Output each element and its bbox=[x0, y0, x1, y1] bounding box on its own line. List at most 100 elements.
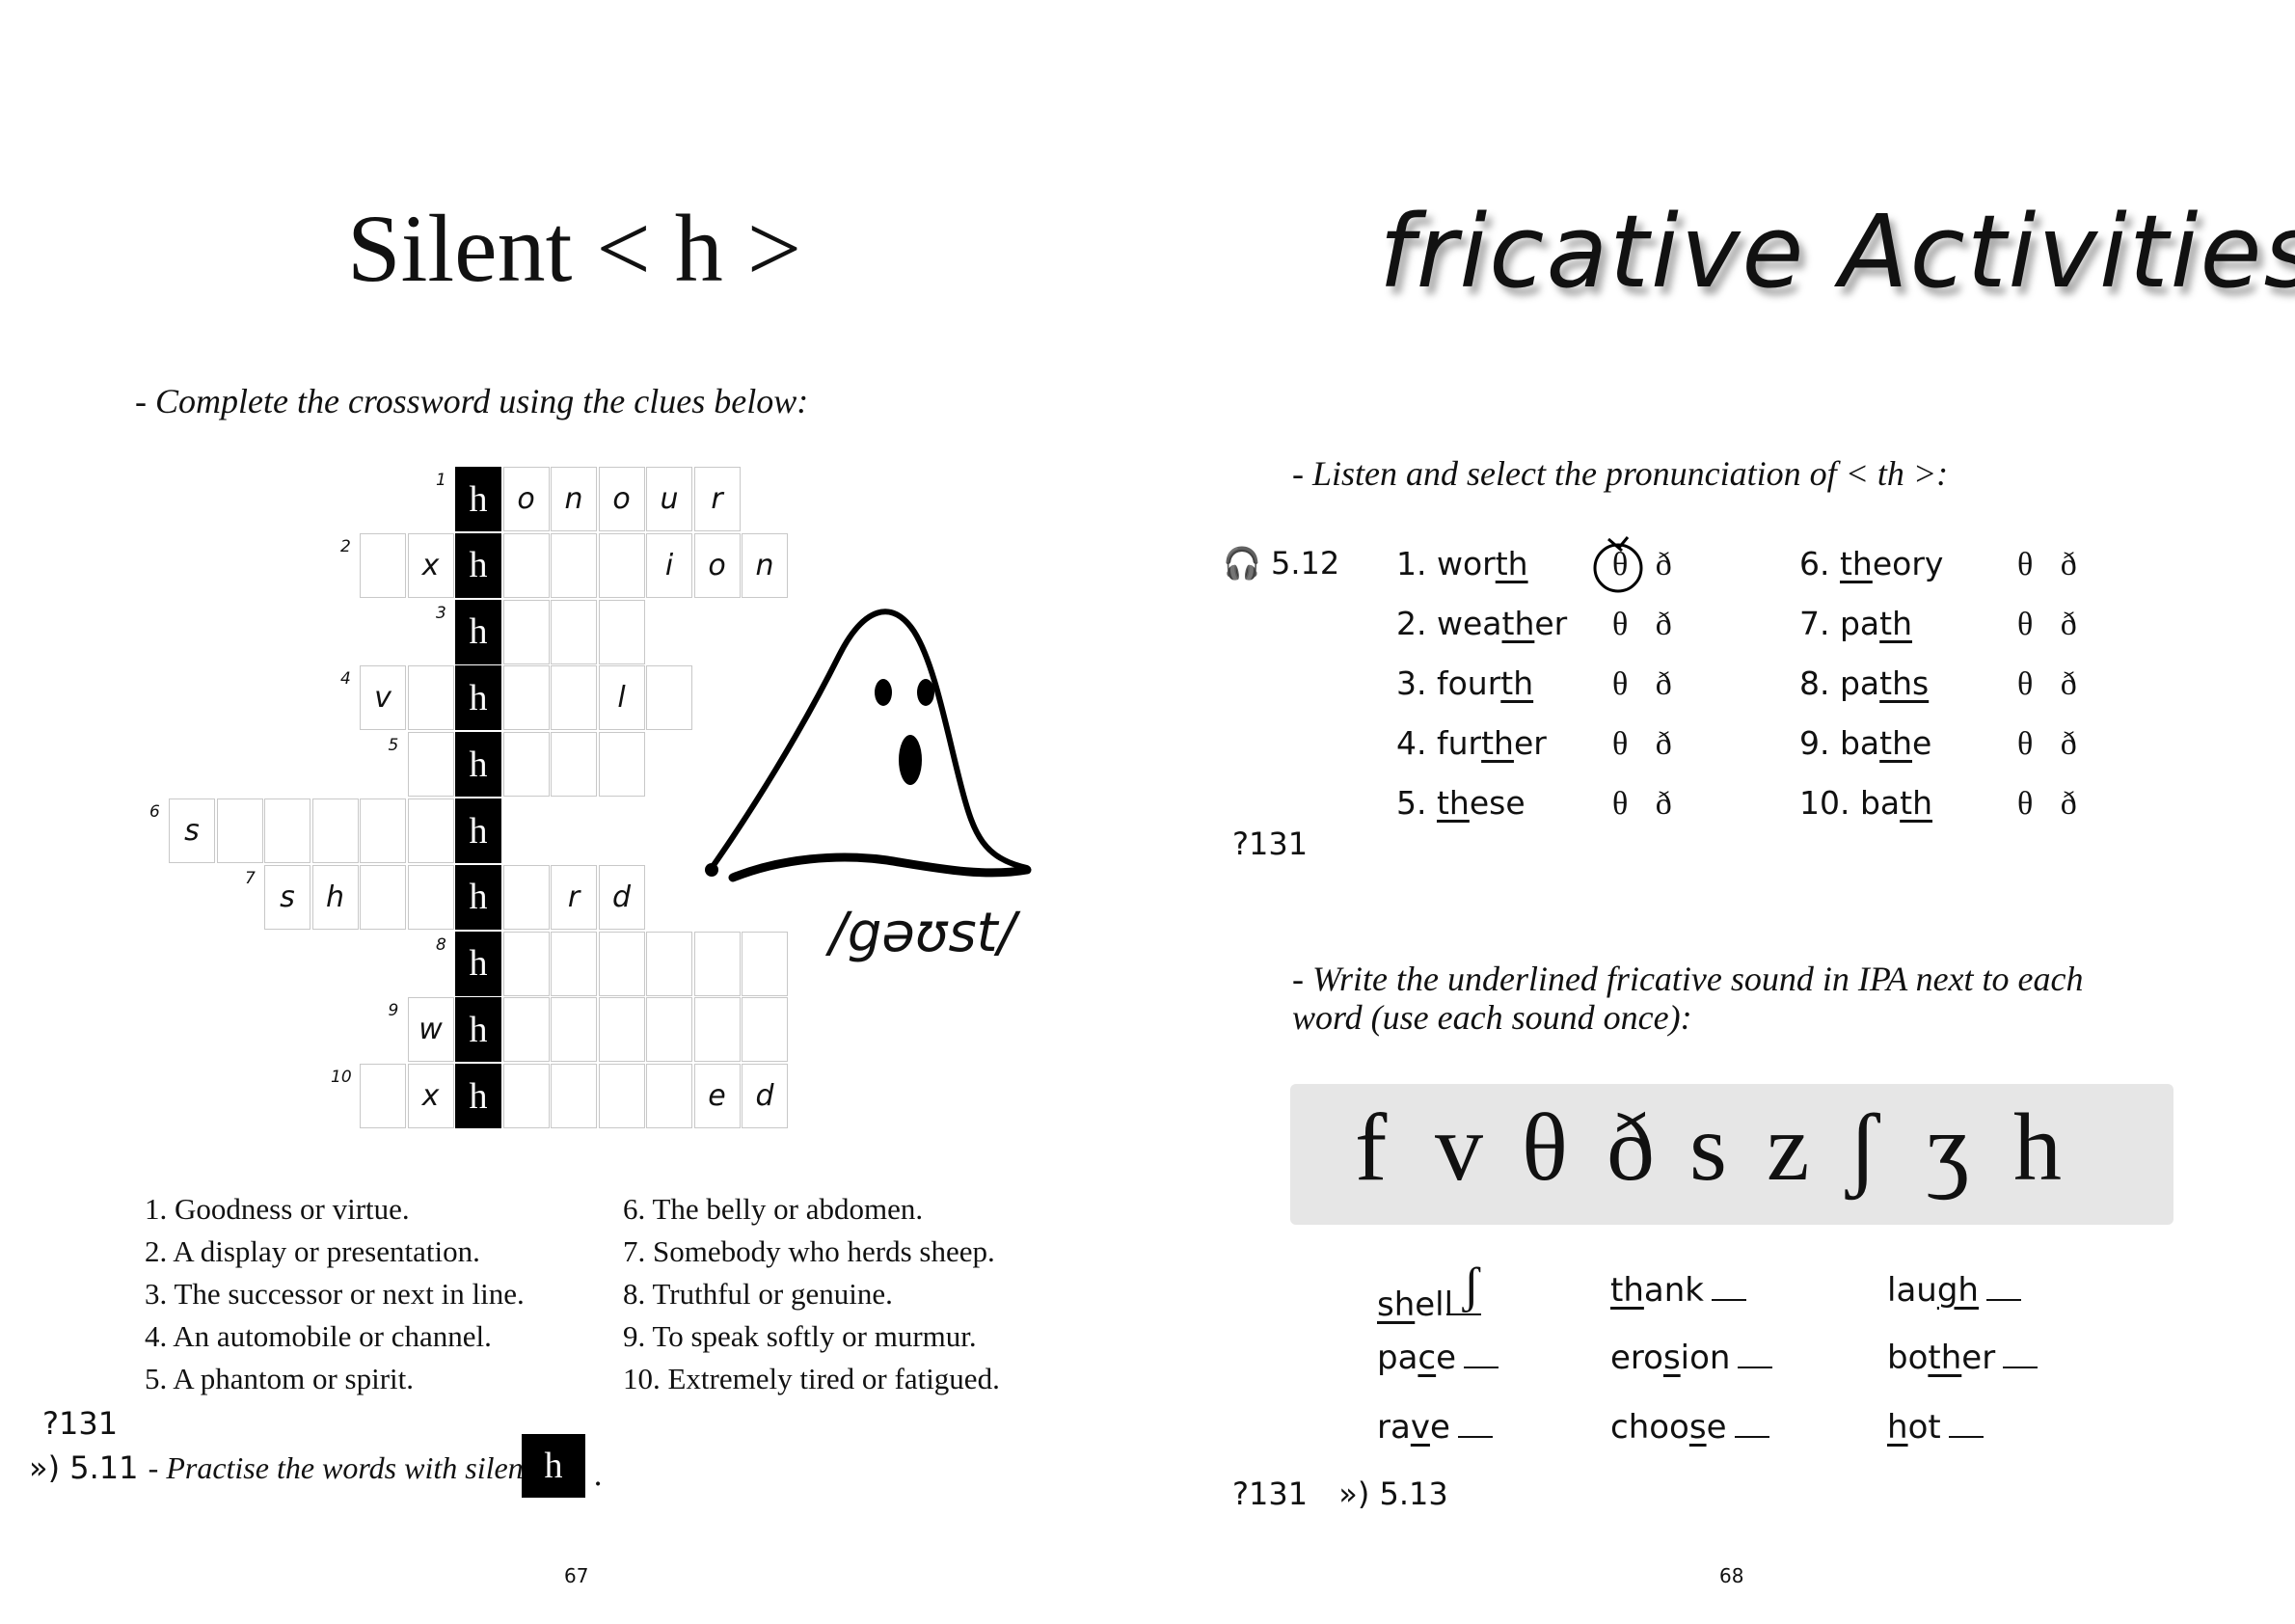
crossword-cell[interactable] bbox=[551, 1064, 597, 1129]
crossword-cell-silent-h[interactable]: h bbox=[455, 665, 501, 731]
fricative-word: pace bbox=[1377, 1339, 1499, 1377]
crossword-cell[interactable] bbox=[551, 599, 597, 664]
crossword-cell[interactable] bbox=[646, 997, 692, 1063]
crossword-cell[interactable] bbox=[551, 532, 597, 598]
answer-blank[interactable] bbox=[1738, 1363, 1773, 1368]
answer-blank[interactable] bbox=[1711, 1295, 1746, 1301]
th-word-item: 7. path bbox=[1799, 605, 1913, 642]
crossword-cell[interactable]: e bbox=[693, 1064, 741, 1129]
crossword-cell[interactable]: w bbox=[407, 997, 454, 1063]
crossword-cell[interactable] bbox=[360, 864, 406, 930]
crossword-cell[interactable] bbox=[693, 997, 741, 1063]
fricative-word: thank bbox=[1610, 1271, 1746, 1310]
listen-instruction: - Listen and select the pronunciation of… bbox=[1292, 454, 1949, 493]
crossword-cell[interactable] bbox=[502, 1064, 550, 1129]
crossword-cell[interactable] bbox=[502, 931, 550, 996]
crossword-cell-silent-h[interactable]: h bbox=[455, 1064, 501, 1129]
crossword-cell[interactable]: x bbox=[407, 1064, 454, 1129]
crossword-cell[interactable]: v bbox=[360, 665, 406, 731]
crossword-cell-silent-h[interactable]: h bbox=[455, 532, 501, 598]
crossword-cell[interactable] bbox=[502, 599, 550, 664]
crossword-cell[interactable] bbox=[551, 931, 597, 996]
th-options[interactable]: θ ð bbox=[2017, 547, 2087, 583]
crossword-cell[interactable] bbox=[502, 732, 550, 798]
crossword-cell[interactable]: d bbox=[598, 864, 645, 930]
crossword-cell[interactable]: s bbox=[169, 798, 215, 863]
th-options[interactable]: θ ð bbox=[1612, 786, 1682, 823]
crossword-cell[interactable] bbox=[407, 665, 454, 731]
crossword-cell[interactable] bbox=[551, 732, 597, 798]
crossword-cell-silent-h[interactable]: h bbox=[455, 798, 501, 863]
crossword-cell[interactable] bbox=[742, 997, 788, 1063]
crossword-cell[interactable] bbox=[360, 532, 406, 598]
crossword-cell[interactable] bbox=[598, 931, 645, 996]
crossword-cell[interactable] bbox=[502, 864, 550, 930]
crossword-cell[interactable] bbox=[407, 732, 454, 798]
th-word-item: 9. bathe bbox=[1799, 724, 1932, 762]
clue-2: 2. A display or presentation. bbox=[145, 1234, 480, 1268]
crossword-cell[interactable]: r bbox=[693, 467, 741, 531]
crossword-cell[interactable] bbox=[360, 798, 406, 863]
crossword-cell[interactable]: o bbox=[598, 467, 645, 531]
th-options[interactable]: θ ð bbox=[2017, 607, 2087, 643]
crossword-cell-silent-h[interactable]: h bbox=[455, 997, 501, 1063]
crossword-cell-silent-h[interactable]: h bbox=[455, 732, 501, 798]
crossword-cell[interactable]: l bbox=[598, 665, 645, 731]
crossword-cell[interactable] bbox=[598, 532, 645, 598]
crossword-cell-silent-h[interactable]: h bbox=[455, 931, 501, 996]
write-instruction: - Write the underlined fricative sound i… bbox=[1292, 960, 2084, 1037]
answer-blank[interactable] bbox=[1948, 1432, 1984, 1438]
crossword-cell[interactable] bbox=[407, 864, 454, 930]
crossword-cell[interactable] bbox=[311, 798, 359, 863]
audio-icon[interactable]: ») bbox=[29, 1449, 60, 1486]
crossword-cell[interactable]: i bbox=[646, 532, 692, 598]
question-icon: ? bbox=[1232, 826, 1249, 862]
crossword-cell[interactable] bbox=[646, 931, 692, 996]
crossword-cell[interactable]: x bbox=[407, 532, 454, 598]
crossword-cell-silent-h[interactable]: h bbox=[455, 599, 501, 664]
crossword-cell[interactable] bbox=[646, 1064, 692, 1129]
answer-blank[interactable] bbox=[1734, 1432, 1769, 1438]
crossword-cell[interactable] bbox=[502, 665, 550, 731]
th-options[interactable]: θ ð bbox=[1612, 607, 1682, 643]
crossword-cell[interactable]: d bbox=[742, 1064, 788, 1129]
crossword-cell[interactable] bbox=[551, 997, 597, 1063]
crossword-cell[interactable] bbox=[360, 1064, 406, 1129]
crossword-cell-silent-h[interactable]: h bbox=[455, 864, 501, 930]
answer-blank[interactable] bbox=[1985, 1295, 2021, 1301]
crossword-cell[interactable] bbox=[598, 1064, 645, 1129]
answer-blank[interactable] bbox=[1457, 1432, 1493, 1438]
crossword-cell[interactable] bbox=[502, 997, 550, 1063]
audio-icon[interactable]: ») bbox=[1338, 1475, 1369, 1512]
crossword-cell[interactable] bbox=[264, 798, 310, 863]
silent-h-box: h bbox=[522, 1434, 585, 1498]
crossword-cell[interactable] bbox=[646, 665, 692, 731]
crossword-cell[interactable] bbox=[551, 665, 597, 731]
crossword-cell[interactable] bbox=[216, 798, 263, 863]
th-options[interactable]: θ ð bbox=[1612, 726, 1682, 763]
crossword-cell[interactable] bbox=[598, 599, 645, 664]
crossword-cell[interactable] bbox=[598, 997, 645, 1063]
crossword-cell[interactable]: n bbox=[551, 467, 597, 531]
crossword-cell[interactable] bbox=[407, 798, 454, 863]
crossword-cell[interactable]: s bbox=[264, 864, 310, 930]
fricative-word: shell ʃ bbox=[1377, 1259, 1482, 1324]
th-options[interactable]: θ ð bbox=[2017, 786, 2087, 823]
answer-blank[interactable] bbox=[2003, 1363, 2038, 1368]
crossword-cell[interactable] bbox=[502, 532, 550, 598]
clue-7: 7. Somebody who herds sheep. bbox=[623, 1234, 995, 1268]
th-options[interactable]: θ ð bbox=[2017, 666, 2087, 703]
crossword-cell[interactable]: o bbox=[502, 467, 550, 531]
crossword-cell[interactable]: h bbox=[311, 864, 359, 930]
crossword-clue-number: 8 bbox=[436, 934, 446, 955]
th-options[interactable]: θ ð bbox=[2017, 726, 2087, 763]
headphones-audio[interactable]: 🎧 5.12 bbox=[1223, 545, 1339, 582]
crossword-cell[interactable]: r bbox=[551, 864, 597, 930]
ipa-symbol: f bbox=[1355, 1094, 1388, 1201]
crossword-cell-silent-h[interactable]: h bbox=[455, 467, 501, 531]
underlined-sound: c bbox=[1418, 1339, 1437, 1377]
answer-blank[interactable] bbox=[1464, 1363, 1499, 1368]
crossword-cell[interactable] bbox=[598, 732, 645, 798]
crossword-cell[interactable]: u bbox=[646, 467, 692, 531]
th-options[interactable]: θ ð bbox=[1612, 666, 1682, 703]
